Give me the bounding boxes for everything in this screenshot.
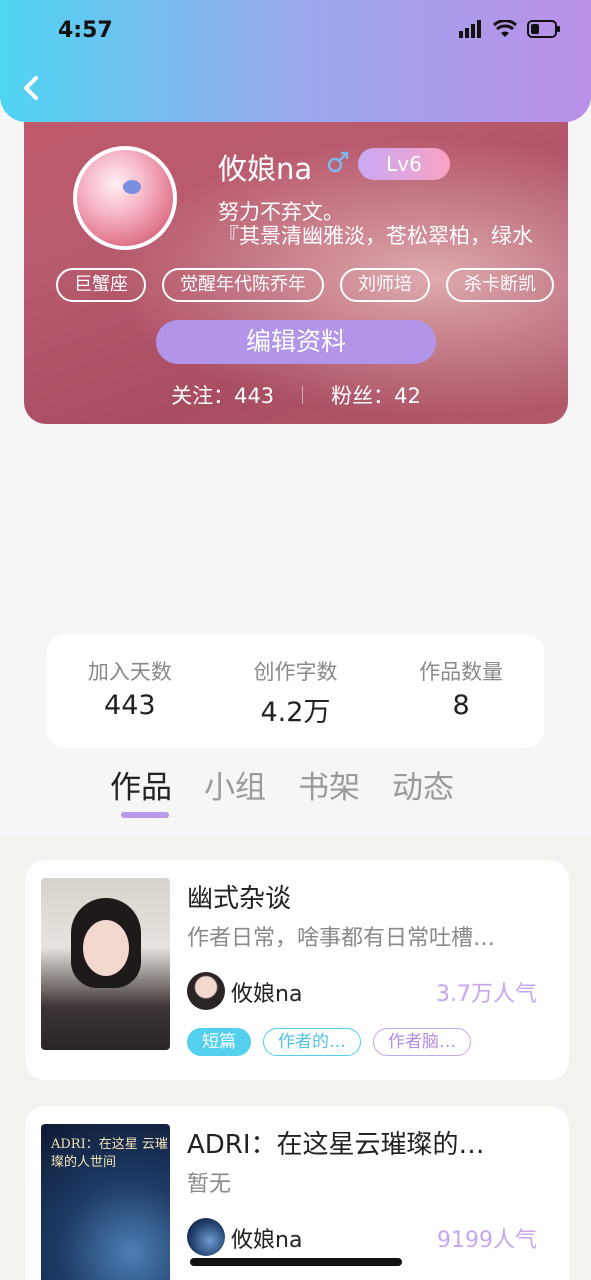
followers-count[interactable]: 粉丝：42 [331, 380, 421, 410]
work-tags: 短篇 作者的… 作者脑… [187, 1028, 471, 1056]
stat-value: 4.2万 [260, 697, 331, 728]
tab-activity[interactable]: 动态 [392, 762, 454, 807]
profile-card: 攸娘na Lv6 努力不弃文。 『其景清幽雅淡，苍松翠柏，绿水 巨蟹座 觉醒年代… [24, 100, 568, 424]
profile-tag[interactable]: 杀卡断凯 [446, 268, 554, 302]
stat-works-count: 作品数量 8 [391, 656, 531, 748]
signal-icon [459, 20, 481, 38]
stat-value: 8 [452, 690, 470, 721]
following-count[interactable]: 关注：443 [171, 380, 274, 410]
work-title: 幽式杂谈 [187, 884, 292, 914]
work-card[interactable]: ADRI：在这星 云璀璨的人世间 ADRI：在这星云璀璨的… 暂无 攸娘na 9… [25, 1106, 569, 1280]
cover-title: ADRI：在这星 云璀璨的人世间 [51, 1137, 168, 1170]
edit-profile-button[interactable]: 编辑资料 [156, 320, 436, 364]
avatar[interactable] [73, 146, 177, 250]
status-icons [459, 20, 561, 38]
work-tag[interactable]: 作者的… [263, 1028, 361, 1056]
stat-label: 作品数量 [419, 660, 504, 684]
avatar-image [77, 150, 173, 246]
divider [302, 386, 304, 404]
work-cover: ADRI：在这星 云璀璨的人世间 [41, 1124, 170, 1280]
nickname: 攸娘na [218, 152, 313, 186]
popularity: 9199人气 [437, 1228, 537, 1253]
profile-tag[interactable]: 觉醒年代陈乔年 [162, 268, 324, 302]
work-tag[interactable]: 短篇 [187, 1028, 251, 1056]
tab-indicator [121, 812, 169, 818]
stat-label: 加入天数 [87, 660, 172, 684]
work-cover [41, 878, 170, 1050]
works-list: 幽式杂谈 作者日常，啥事都有日常吐槽… 攸娘na 3.7万人气 短篇 作者的… … [0, 836, 591, 1280]
follow-row: 关注：443 粉丝：42 [24, 380, 568, 410]
work-desc: 暂无 [187, 1172, 232, 1197]
stat-join-days: 加入天数 443 [60, 656, 200, 748]
tab-bookshelf[interactable]: 书架 [298, 762, 360, 807]
work-desc: 作者日常，啥事都有日常吐槽… [187, 926, 496, 951]
status-time: 4:57 [58, 18, 113, 43]
stat-word-count: 创作字数 4.2万 [225, 656, 365, 748]
battery-icon [527, 20, 560, 38]
tab-label: 作品 [110, 770, 172, 806]
profile-tag[interactable]: 刘师培 [340, 268, 430, 302]
stat-value: 443 [104, 690, 156, 721]
bio-line-2: 『其景清幽雅淡，苍松翠柏，绿水 [218, 224, 533, 248]
tab-works[interactable]: 作品 [110, 762, 172, 818]
popularity: 3.7万人气 [436, 982, 537, 1007]
stat-label: 创作字数 [253, 660, 338, 684]
tab-groups[interactable]: 小组 [204, 762, 266, 807]
work-tag[interactable]: 作者脑… [373, 1028, 471, 1056]
profile-tag[interactable]: 巨蟹座 [56, 268, 146, 302]
level-badge: Lv6 [358, 148, 450, 180]
author-avatar [187, 972, 225, 1010]
author-name: 攸娘na [231, 1228, 303, 1253]
home-indicator[interactable] [190, 1258, 402, 1266]
work-title: ADRI：在这星云璀璨的… [187, 1130, 485, 1160]
tab-bar: 作品 小组 书架 动态 [110, 762, 454, 818]
wifi-icon [493, 20, 517, 37]
back-icon[interactable] [18, 72, 46, 104]
work-card[interactable]: 幽式杂谈 作者日常，啥事都有日常吐槽… 攸娘na 3.7万人气 短篇 作者的… … [25, 860, 569, 1080]
author-name: 攸娘na [231, 982, 303, 1007]
male-icon [327, 151, 349, 173]
profile-tags: 巨蟹座 觉醒年代陈乔年 刘师培 杀卡断凯 [56, 268, 554, 302]
stats-card: 加入天数 443 创作字数 4.2万 作品数量 8 [47, 634, 544, 748]
author-avatar [187, 1218, 225, 1256]
top-bar: 4:57 [0, 0, 591, 122]
